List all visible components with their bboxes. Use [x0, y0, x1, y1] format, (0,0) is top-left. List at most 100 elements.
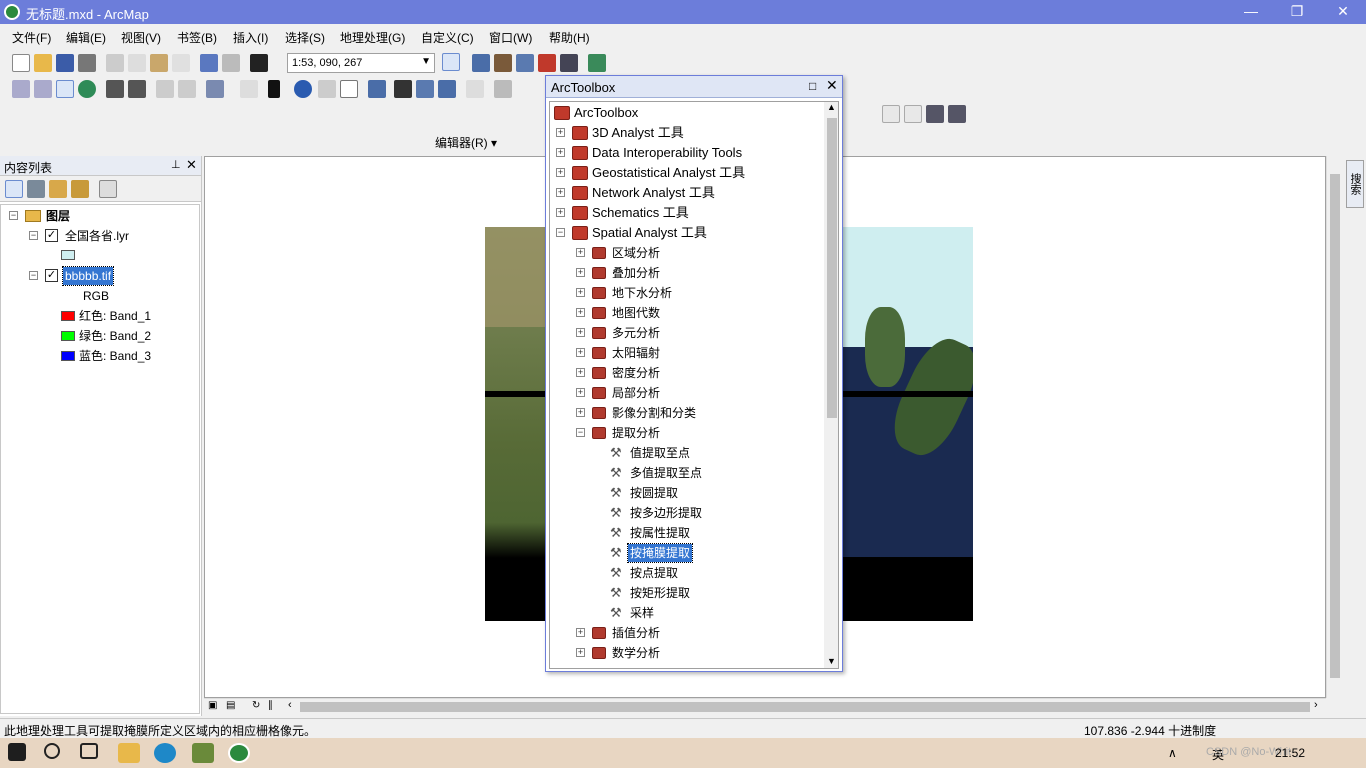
- pause-drawing-icon[interactable]: ∥: [268, 700, 273, 711]
- toolset-item[interactable]: + 局部分析: [576, 384, 816, 402]
- toolbox-item[interactable]: + Network Analyst 工具: [556, 184, 816, 202]
- start-windows-icon[interactable]: [8, 743, 26, 761]
- toolset-item[interactable]: − 提取分析: [576, 424, 816, 442]
- toolset-item[interactable]: + 密度分析: [576, 364, 816, 382]
- list-by-visibility-icon[interactable]: [49, 180, 67, 198]
- refresh-icon[interactable]: ↻: [252, 700, 260, 711]
- editor-toolbar-icon[interactable]: [442, 53, 460, 71]
- redo-icon[interactable]: [222, 54, 240, 72]
- scroll-right-icon[interactable]: ›: [1314, 699, 1318, 711]
- html-popup-icon[interactable]: [340, 80, 358, 98]
- toc-layer-row[interactable]: − ✓ 全国各省.lyr: [1, 227, 199, 245]
- map-scale-combo[interactable]: 1:53, 090, 267 ▼: [287, 53, 435, 73]
- new-document-icon[interactable]: [12, 54, 30, 72]
- expand-icon[interactable]: +: [576, 368, 585, 377]
- arctoolbox-scrollbar[interactable]: ▲ ▼: [824, 102, 838, 668]
- file-explorer-icon[interactable]: [118, 743, 140, 763]
- collapse-icon[interactable]: −: [576, 428, 585, 437]
- scroll-down-icon[interactable]: ▼: [827, 656, 836, 666]
- tool-item[interactable]: ⚒ 值提取至点: [610, 444, 810, 462]
- layer-visibility-checkbox[interactable]: ✓: [45, 229, 58, 242]
- scroll-thumb[interactable]: [1330, 174, 1340, 678]
- open-folder-icon[interactable]: [34, 54, 52, 72]
- toolset-item[interactable]: + 叠加分析: [576, 264, 816, 282]
- toolset-item[interactable]: + 地图代数: [576, 304, 816, 322]
- select-features-icon[interactable]: [206, 80, 224, 98]
- toolset-item[interactable]: + 插值分析: [576, 624, 816, 642]
- expand-icon[interactable]: +: [576, 628, 585, 637]
- time-slider-icon[interactable]: [466, 80, 484, 98]
- zoom-in-icon[interactable]: [12, 80, 30, 98]
- menu-bookmarks[interactable]: 书签(B): [177, 29, 217, 46]
- layout-view-icon[interactable]: ▤: [226, 700, 235, 711]
- toolset-item[interactable]: + 地下水分析: [576, 284, 816, 302]
- back-arrow-icon[interactable]: [156, 80, 174, 98]
- tool-item[interactable]: ⚒ 按点提取: [610, 564, 810, 582]
- fixed-zoom-out-icon[interactable]: [128, 80, 146, 98]
- toc-options-icon[interactable]: [99, 180, 117, 198]
- menu-selection[interactable]: 选择(S): [285, 29, 325, 46]
- collapse-icon[interactable]: −: [556, 228, 565, 237]
- restore-button[interactable]: ❐: [1274, 0, 1320, 24]
- table-of-contents-icon[interactable]: [472, 54, 490, 72]
- expand-icon[interactable]: +: [556, 128, 565, 137]
- tool-item[interactable]: ⚒ 按矩形提取: [610, 584, 810, 602]
- toolset-item[interactable]: + 影像分割和分类: [576, 404, 816, 422]
- georef-table-icon[interactable]: [948, 105, 966, 123]
- scroll-up-icon[interactable]: ▲: [827, 102, 836, 112]
- search-side-tab[interactable]: 搜索: [1346, 160, 1364, 208]
- python-window-icon[interactable]: [560, 54, 578, 72]
- collapse-icon[interactable]: −: [29, 271, 38, 280]
- tool-item[interactable]: ⚒ 采样: [610, 604, 810, 622]
- menu-geoprocessing[interactable]: 地理处理(G): [340, 29, 405, 46]
- search-window-icon[interactable]: [516, 54, 534, 72]
- scroll-left-icon[interactable]: ‹: [288, 699, 292, 711]
- menu-windows[interactable]: 窗口(W): [489, 29, 532, 46]
- toolset-item[interactable]: + 数学分析: [576, 644, 816, 662]
- menu-help[interactable]: 帮助(H): [549, 29, 590, 46]
- data-view-icon[interactable]: ▣: [208, 700, 217, 711]
- cut-icon[interactable]: [106, 54, 124, 72]
- layer-visibility-checkbox[interactable]: ✓: [45, 269, 58, 282]
- arctoolbox-titlebar[interactable]: ArcToolbox □ ✕: [546, 76, 842, 98]
- chevron-up-icon[interactable]: ∧: [1168, 746, 1177, 760]
- toolbox-item[interactable]: + 3D Analyst 工具: [556, 124, 816, 142]
- expand-icon[interactable]: +: [556, 168, 565, 177]
- zoom-out-icon[interactable]: [34, 80, 52, 98]
- green-band-swatch[interactable]: [61, 331, 75, 341]
- menu-view[interactable]: 视图(V): [121, 29, 161, 46]
- toolset-item[interactable]: + 多元分析: [576, 324, 816, 342]
- tool-item[interactable]: ⚒ 按圆提取: [610, 484, 810, 502]
- menu-customize[interactable]: 自定义(C): [421, 29, 474, 46]
- tool-item[interactable]: ⚒ 多值提取至点: [610, 464, 810, 482]
- layer-name[interactable]: 全国各省.lyr: [65, 227, 129, 245]
- hyperlink-icon[interactable]: [318, 80, 336, 98]
- expand-icon[interactable]: +: [576, 348, 585, 357]
- list-by-source-icon[interactable]: [27, 180, 45, 198]
- chevron-down-icon[interactable]: ▼: [421, 56, 431, 67]
- tool-item-selected[interactable]: ⚒ 按掩膜提取: [610, 543, 810, 563]
- go-to-xy-icon[interactable]: [438, 80, 456, 98]
- scroll-thumb[interactable]: [827, 118, 837, 418]
- search-icon[interactable]: [44, 743, 60, 759]
- expand-icon[interactable]: +: [576, 288, 585, 297]
- expand-icon[interactable]: +: [556, 148, 565, 157]
- clock-time[interactable]: 21:52: [1275, 746, 1305, 760]
- expand-icon[interactable]: +: [556, 188, 565, 197]
- find-route-icon[interactable]: [416, 80, 434, 98]
- list-by-drawing-order-icon[interactable]: [5, 180, 23, 198]
- clear-selection-icon[interactable]: [240, 80, 258, 98]
- find-binoculars-icon[interactable]: [394, 80, 412, 98]
- layout-page-icon[interactable]: [882, 105, 900, 123]
- print-icon[interactable]: [78, 54, 96, 72]
- menu-insert[interactable]: 插入(I): [233, 29, 268, 46]
- minimize-button[interactable]: —: [1228, 0, 1274, 24]
- expand-icon[interactable]: +: [576, 408, 585, 417]
- edge-browser-icon[interactable]: [154, 743, 176, 763]
- expand-icon[interactable]: +: [576, 248, 585, 257]
- copy-icon[interactable]: [128, 54, 146, 72]
- toolbox-item[interactable]: + Data Interoperability Tools: [556, 144, 816, 162]
- layer-name-selected[interactable]: bbbbb.tif: [61, 266, 115, 286]
- forward-arrow-icon[interactable]: [178, 80, 196, 98]
- arctoolbox-close-icon[interactable]: ✕: [826, 77, 838, 94]
